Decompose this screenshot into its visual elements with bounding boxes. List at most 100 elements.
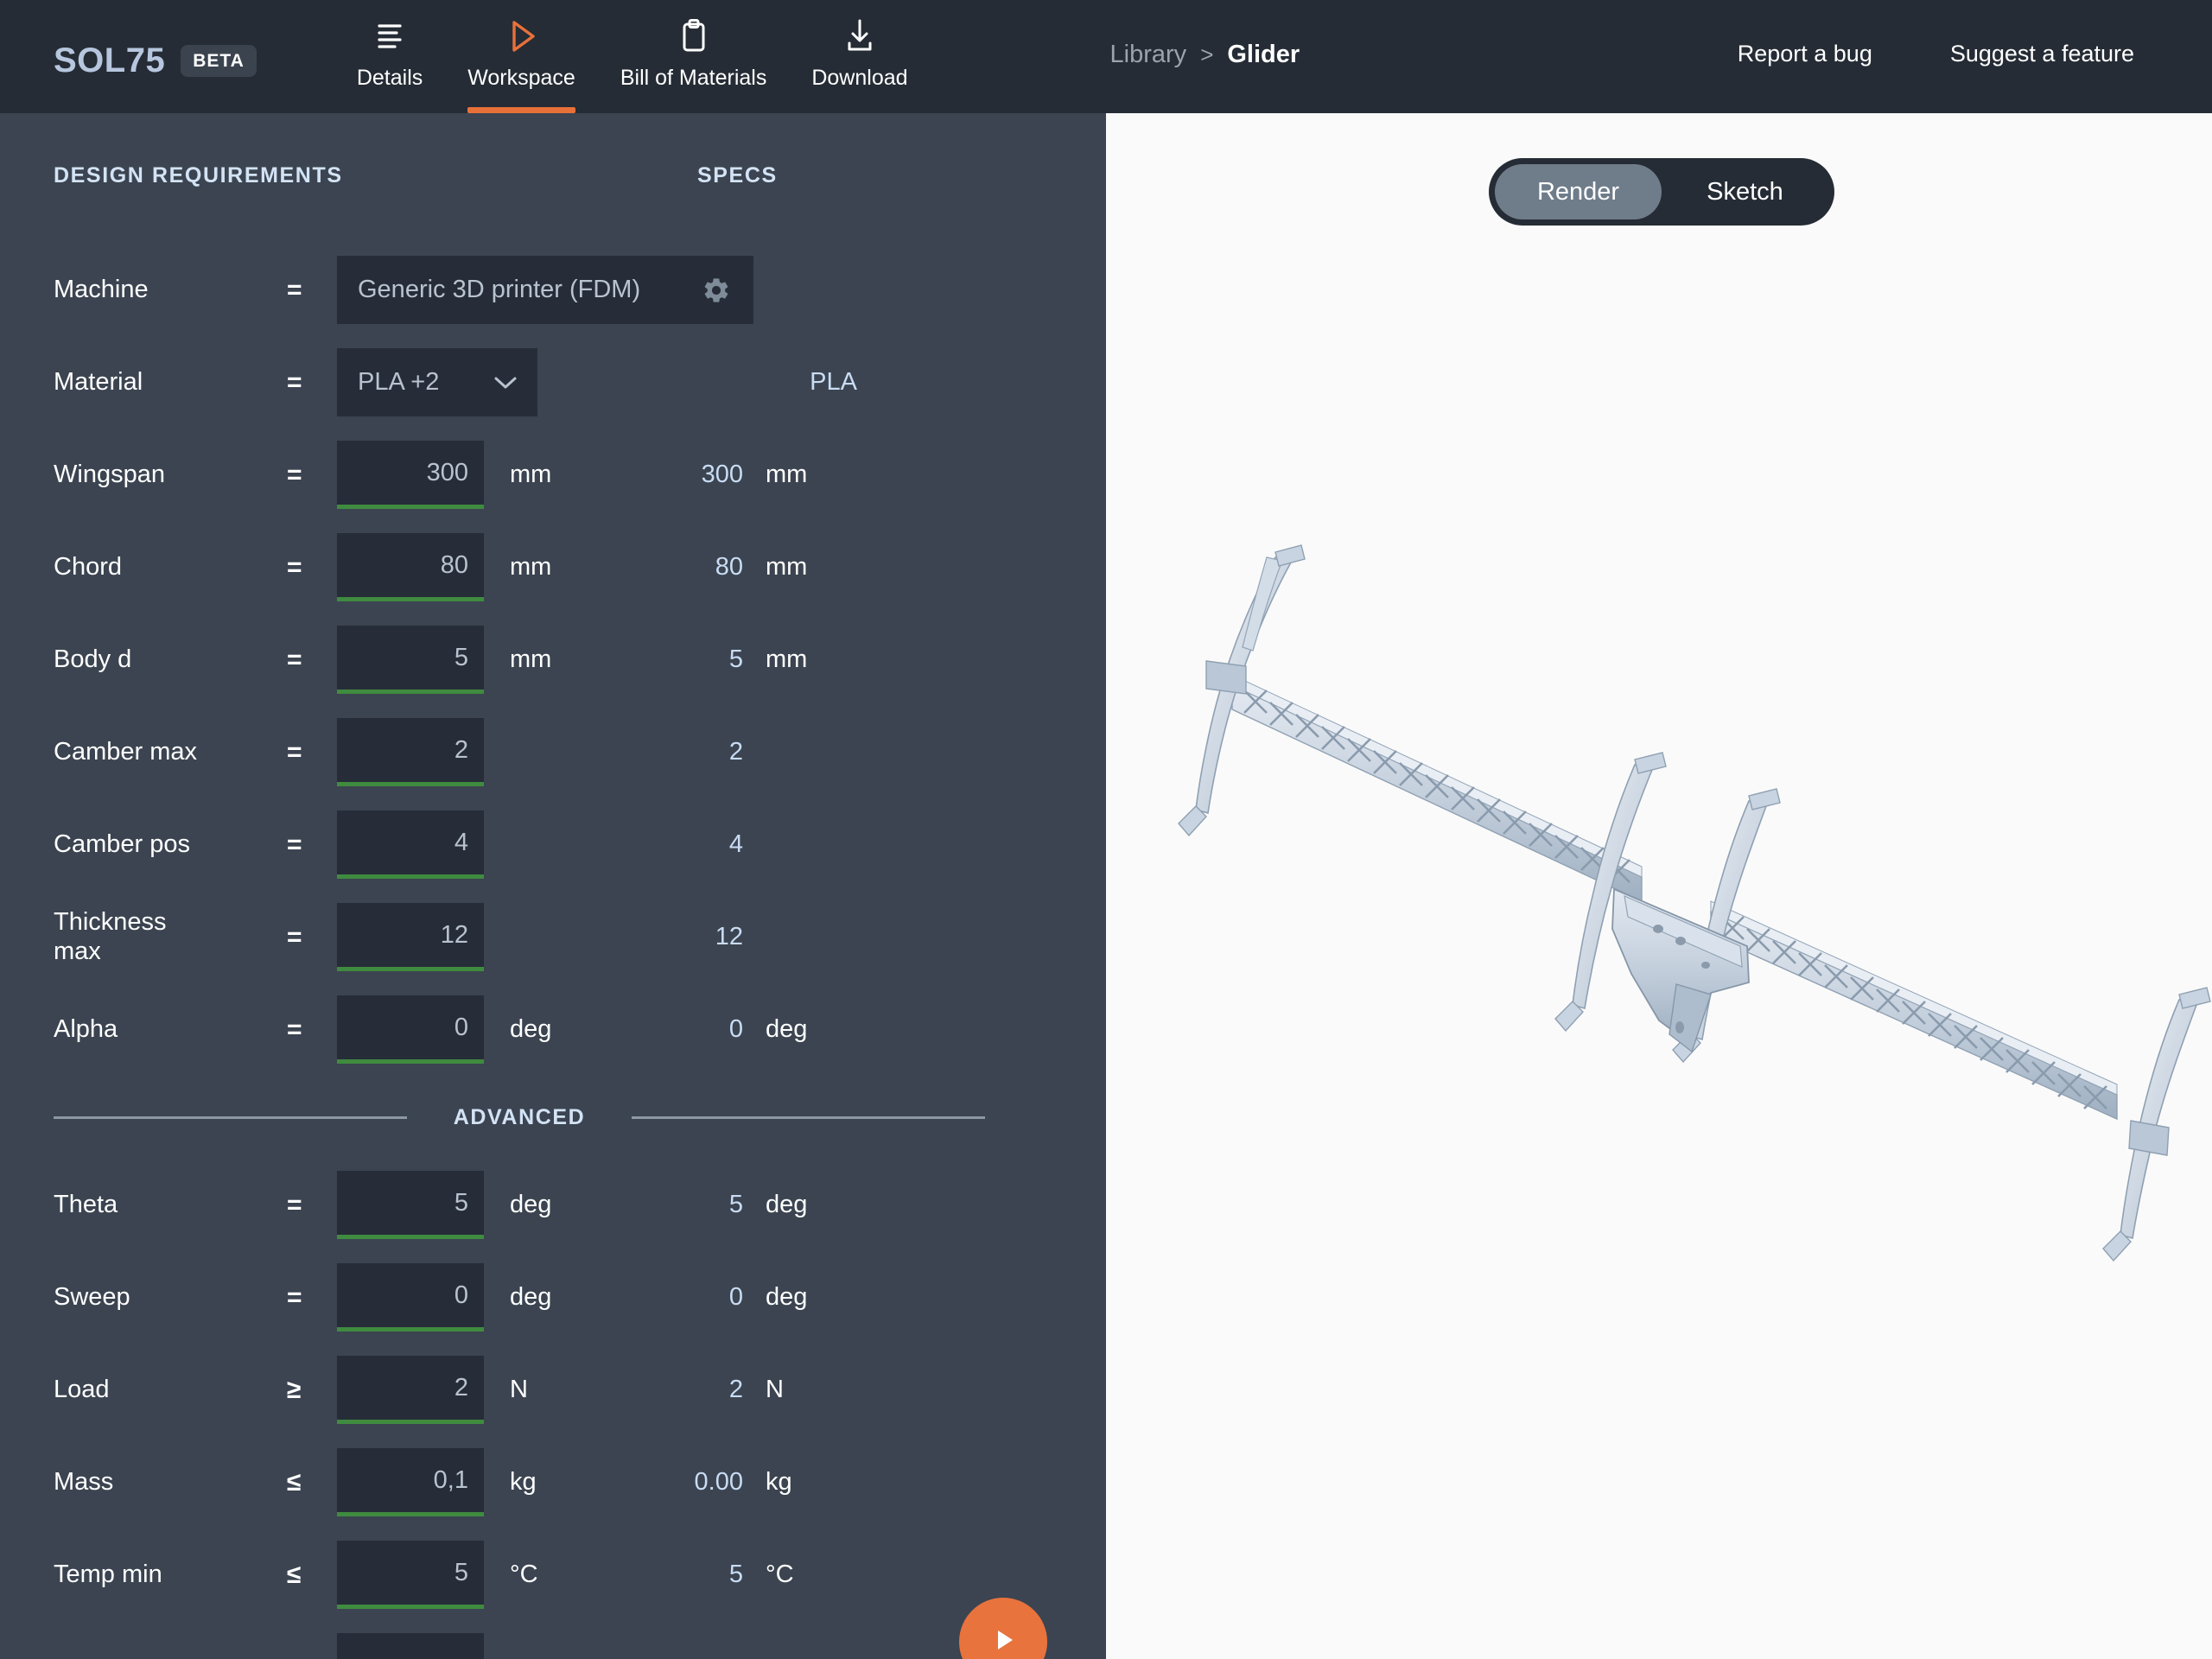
row-thickness-max-spec-value: 12 bbox=[715, 923, 743, 950]
nav-tab-details-label: Details bbox=[356, 66, 423, 90]
main-nav: Details Workspace Bill of Materials Down… bbox=[334, 0, 931, 113]
row-chord-unit: mm bbox=[510, 553, 552, 581]
row-load-unit: N bbox=[510, 1376, 528, 1403]
row-camber-pos: Camber pos = 4 4 bbox=[0, 798, 1106, 891]
row-alpha-spec-unit: deg bbox=[766, 1015, 808, 1043]
row-chord-spec-unit: mm bbox=[766, 553, 808, 581]
row-alpha-operator: = bbox=[287, 1014, 302, 1044]
column-header-specs: SPECS bbox=[697, 163, 778, 188]
header-actions: Report a bug Suggest a feature bbox=[1738, 41, 2134, 67]
row-wingspan-spec-unit: mm bbox=[766, 461, 808, 488]
row-theta-operator: = bbox=[287, 1190, 302, 1219]
breadcrumb: Library > Glider bbox=[1110, 41, 1300, 69]
report-a-bug-link[interactable]: Report a bug bbox=[1738, 41, 1872, 67]
row-load-label: Load bbox=[54, 1375, 110, 1403]
load-input[interactable]: 2 bbox=[337, 1356, 484, 1424]
row-machine-operator: = bbox=[287, 275, 302, 304]
play-icon bbox=[986, 1623, 1020, 1659]
row-material-spec-value: PLA bbox=[810, 368, 857, 396]
row-mass-operator: ≤ bbox=[287, 1467, 302, 1497]
row-sweep-unit: deg bbox=[510, 1283, 552, 1311]
model-viewport[interactable]: Render Sketch bbox=[1106, 113, 2212, 1659]
row-sweep-spec-unit: deg bbox=[766, 1283, 808, 1311]
left-spar-truss bbox=[1231, 674, 1643, 903]
app-root: SOL75 BETA Details Workspace Bill of Mat… bbox=[0, 0, 2212, 1659]
wingspan-input[interactable]: 300 bbox=[337, 441, 484, 509]
theta-input[interactable]: 5 bbox=[337, 1171, 484, 1239]
breadcrumb-current-page: Glider bbox=[1227, 41, 1300, 68]
chord-input[interactable]: 80 bbox=[337, 533, 484, 601]
row-mass-spec-value: 0.00 bbox=[694, 1468, 743, 1496]
machine-select[interactable]: Generic 3D printer (FDM) bbox=[337, 256, 753, 324]
row-sweep-operator: = bbox=[287, 1282, 302, 1312]
breadcrumb-library-link[interactable]: Library bbox=[1110, 41, 1187, 69]
row-thickness-max: Thickness max = 12 12 bbox=[0, 891, 1106, 983]
nav-tab-details[interactable]: Details bbox=[334, 0, 445, 113]
thickness-max-input[interactable]: 12 bbox=[337, 903, 484, 971]
right-spar-truss bbox=[1710, 900, 2118, 1121]
row-camber-max-label: Camber max bbox=[54, 737, 197, 766]
mass-input[interactable]: 0,1 bbox=[337, 1448, 484, 1516]
divider-line-left bbox=[54, 1116, 407, 1119]
row-temp-min-spec-value: 5 bbox=[728, 1560, 743, 1588]
list-lines-icon bbox=[372, 12, 408, 60]
advanced-section-label: ADVANCED bbox=[453, 1104, 586, 1129]
compile-action: Compile bbox=[959, 1598, 1047, 1659]
breadcrumb-separator: > bbox=[1200, 41, 1214, 67]
camber-max-input[interactable]: 2 bbox=[337, 718, 484, 786]
row-chord: Chord = 80 mm 80 mm bbox=[0, 521, 1106, 613]
camber-pos-input[interactable]: 4 bbox=[337, 810, 484, 879]
glider-geometry bbox=[1178, 544, 2211, 1262]
temp-min-input[interactable]: 5 bbox=[337, 1541, 484, 1609]
row-mass: Mass ≤ 0,1 kg 0.00 kg bbox=[0, 1436, 1106, 1529]
row-chord-operator: = bbox=[287, 552, 302, 582]
next-partial-input[interactable] bbox=[337, 1633, 484, 1659]
row-camber-max-spec-value: 2 bbox=[728, 738, 743, 766]
row-material: Material = PLA +2 PLA bbox=[0, 336, 1106, 429]
nav-tab-bill-of-materials[interactable]: Bill of Materials bbox=[598, 0, 790, 113]
row-alpha-label: Alpha bbox=[54, 1014, 118, 1043]
row-mass-unit: kg bbox=[510, 1468, 537, 1496]
row-chord-spec-value: 80 bbox=[715, 553, 743, 581]
row-thickness-max-label: Thickness max bbox=[54, 908, 167, 965]
sweep-input[interactable]: 0 bbox=[337, 1263, 484, 1332]
nav-active-indicator bbox=[467, 107, 575, 113]
row-alpha: Alpha = 0 deg 0 deg bbox=[0, 983, 1106, 1076]
compile-button[interactable] bbox=[959, 1598, 1047, 1659]
row-body-d: Body d = 5 mm 5 mm bbox=[0, 613, 1106, 706]
app-logo[interactable]: SOL75 BETA bbox=[54, 41, 257, 80]
download-arrow-icon bbox=[841, 12, 879, 60]
material-select-value: PLA +2 bbox=[358, 368, 440, 396]
row-alpha-spec-value: 0 bbox=[728, 1015, 743, 1043]
row-load: Load ≥ 2 N 2 N bbox=[0, 1344, 1106, 1436]
rib-left-outer bbox=[1178, 544, 1306, 837]
chevron-down-icon[interactable] bbox=[493, 374, 518, 391]
panel-column-headers: DESIGN REQUIREMENTS SPECS bbox=[0, 163, 1106, 188]
row-sweep: Sweep = 0 deg 0 deg bbox=[0, 1251, 1106, 1344]
nav-tab-download[interactable]: Download bbox=[789, 0, 930, 113]
row-temp-min-operator: ≤ bbox=[287, 1560, 302, 1589]
row-alpha-unit: deg bbox=[510, 1015, 552, 1043]
row-machine: Machine = Generic 3D printer (FDM) bbox=[0, 244, 1106, 336]
app-header: SOL75 BETA Details Workspace Bill of Mat… bbox=[0, 0, 2212, 113]
gear-icon[interactable] bbox=[702, 276, 731, 305]
body-d-input[interactable]: 5 bbox=[337, 626, 484, 694]
material-select[interactable]: PLA +2 bbox=[337, 348, 537, 416]
alpha-input[interactable]: 0 bbox=[337, 995, 484, 1064]
row-wingspan-label: Wingspan bbox=[54, 460, 165, 488]
row-temp-min-label: Temp min bbox=[54, 1560, 162, 1588]
suggest-a-feature-link[interactable]: Suggest a feature bbox=[1950, 41, 2134, 67]
row-theta: Theta = 5 deg 5 deg bbox=[0, 1159, 1106, 1251]
design-requirements-panel: DESIGN REQUIREMENTS SPECS Machine = Gene… bbox=[0, 113, 1106, 1659]
nav-tab-workspace[interactable]: Workspace bbox=[445, 0, 598, 113]
row-camber-max-operator: = bbox=[287, 737, 302, 766]
row-next-partial bbox=[0, 1621, 1106, 1659]
row-load-spec-value: 2 bbox=[728, 1376, 743, 1403]
row-temp-min-unit: °C bbox=[510, 1560, 538, 1588]
glider-3d-model[interactable] bbox=[1106, 113, 2212, 1659]
row-load-operator: ≥ bbox=[287, 1375, 302, 1404]
row-load-spec-unit: N bbox=[766, 1376, 784, 1403]
row-sweep-spec-value: 0 bbox=[728, 1283, 743, 1311]
row-material-label: Material bbox=[54, 367, 143, 396]
row-body-d-unit: mm bbox=[510, 645, 552, 673]
